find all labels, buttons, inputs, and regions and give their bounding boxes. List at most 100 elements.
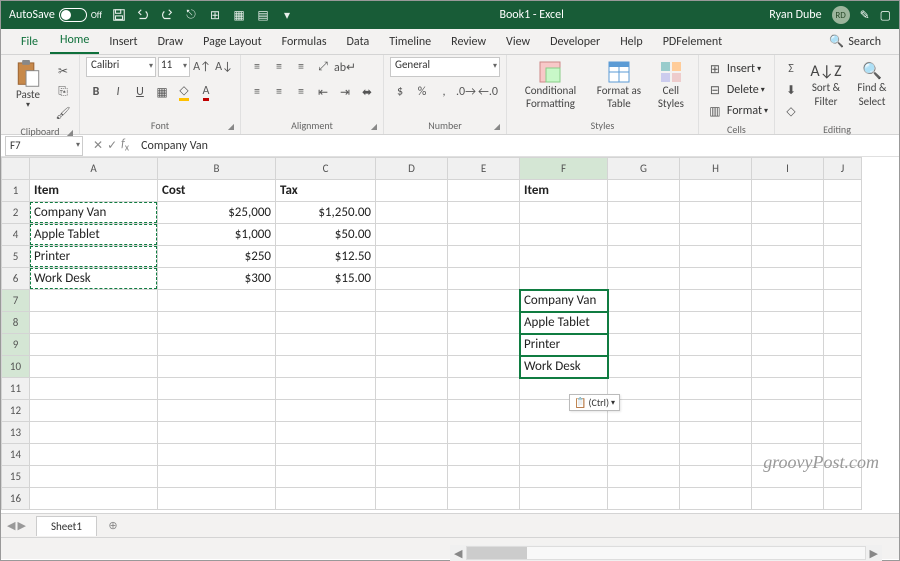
cell[interactable] <box>824 312 862 334</box>
tab-data[interactable]: Data <box>337 30 380 54</box>
col-header-E[interactable]: E <box>448 158 520 180</box>
cell[interactable] <box>158 334 276 356</box>
cell[interactable] <box>158 466 276 488</box>
cell[interactable] <box>158 444 276 466</box>
cell[interactable] <box>680 378 752 400</box>
scroll-right-icon[interactable]: ▶ <box>866 547 882 560</box>
cell[interactable] <box>608 268 680 290</box>
cell[interactable]: Cost <box>158 180 276 202</box>
cell[interactable] <box>376 466 448 488</box>
increase-font-icon[interactable]: A↑ <box>192 57 212 77</box>
cell[interactable] <box>608 224 680 246</box>
cell[interactable] <box>824 400 862 422</box>
cell[interactable] <box>824 444 862 466</box>
ribbon-options-icon[interactable]: ▢ <box>880 8 891 23</box>
qat-more-icon[interactable]: ▾ <box>280 8 294 22</box>
cell[interactable] <box>680 268 752 290</box>
cell[interactable] <box>376 444 448 466</box>
row-header-2[interactable]: 2 <box>2 202 30 224</box>
cell[interactable] <box>376 334 448 356</box>
cell[interactable]: $50.00 <box>276 224 376 246</box>
cell[interactable] <box>158 400 276 422</box>
row-header-4[interactable]: 4 <box>2 224 30 246</box>
wrap-text-icon[interactable]: ab↵ <box>335 57 355 77</box>
cell[interactable] <box>376 246 448 268</box>
cell[interactable]: $15.00 <box>276 268 376 290</box>
name-box[interactable]: F7▾ <box>5 136 83 156</box>
enter-formula-icon[interactable]: ✓ <box>107 138 117 153</box>
cell[interactable] <box>752 444 824 466</box>
cell[interactable]: Work Desk <box>30 268 158 290</box>
cell[interactable] <box>276 312 376 334</box>
cell[interactable] <box>158 290 276 312</box>
cell[interactable]: $1,000 <box>158 224 276 246</box>
cell[interactable] <box>680 400 752 422</box>
fill-color-icon[interactable]: ◇ <box>174 82 194 102</box>
bold-button[interactable]: B <box>86 82 106 102</box>
cell[interactable] <box>824 466 862 488</box>
cell[interactable] <box>752 312 824 334</box>
cell[interactable] <box>752 224 824 246</box>
row-header-15[interactable]: 15 <box>2 466 30 488</box>
cell[interactable] <box>608 488 680 510</box>
cell[interactable] <box>824 224 862 246</box>
cell[interactable]: $25,000 <box>158 202 276 224</box>
redo-icon[interactable] <box>160 8 174 22</box>
dialog-launcher-icon[interactable]: ◢ <box>228 122 234 132</box>
cell[interactable] <box>448 356 520 378</box>
cell[interactable]: $12.50 <box>276 246 376 268</box>
cell[interactable] <box>376 356 448 378</box>
merge-center-icon[interactable]: ⬌ <box>357 82 377 102</box>
cell[interactable] <box>376 290 448 312</box>
tab-insert[interactable]: Insert <box>99 30 147 54</box>
cell[interactable] <box>276 400 376 422</box>
cell[interactable] <box>520 202 608 224</box>
scroll-left-icon[interactable]: ◀ <box>450 547 466 560</box>
save-icon[interactable] <box>112 8 126 22</box>
cell[interactable] <box>376 180 448 202</box>
cell[interactable] <box>448 180 520 202</box>
user-name[interactable]: Ryan Dube <box>769 8 821 22</box>
horizontal-scrollbar[interactable]: ◀ ▶ <box>450 545 882 561</box>
cell[interactable] <box>30 290 158 312</box>
col-header-G[interactable]: G <box>608 158 680 180</box>
col-header-B[interactable]: B <box>158 158 276 180</box>
cell[interactable] <box>30 466 158 488</box>
cell[interactable] <box>276 334 376 356</box>
format-cells-button[interactable]: ▥Format▾ <box>705 101 768 121</box>
cell[interactable] <box>752 488 824 510</box>
cell[interactable] <box>824 356 862 378</box>
row-header-6[interactable]: 6 <box>2 268 30 290</box>
tab-help[interactable]: Help <box>610 30 653 54</box>
col-header-D[interactable]: D <box>376 158 448 180</box>
comma-icon[interactable]: , <box>434 82 454 102</box>
increase-decimal-icon[interactable]: .0→ <box>456 82 476 102</box>
cell[interactable] <box>448 378 520 400</box>
row-header-7[interactable]: 7 <box>2 290 30 312</box>
tab-pdfelement[interactable]: PDFelement <box>653 30 732 54</box>
cell[interactable] <box>520 488 608 510</box>
cell-styles-button[interactable]: Cell Styles <box>650 57 692 113</box>
cell[interactable] <box>752 400 824 422</box>
italic-button[interactable]: I <box>108 82 128 102</box>
cell[interactable] <box>680 334 752 356</box>
row-header-14[interactable]: 14 <box>2 444 30 466</box>
cell[interactable] <box>680 180 752 202</box>
cell[interactable] <box>752 378 824 400</box>
cell[interactable] <box>30 356 158 378</box>
cell[interactable] <box>824 488 862 510</box>
cell[interactable] <box>824 180 862 202</box>
cell[interactable] <box>520 268 608 290</box>
paste-options-button[interactable]: 📋 (Ctrl) ▾ <box>569 394 620 411</box>
qat-icon-4[interactable]: ▤ <box>256 8 270 22</box>
delete-cells-button[interactable]: ⊟Delete▾ <box>705 80 768 100</box>
cell[interactable] <box>680 202 752 224</box>
row-header-12[interactable]: 12 <box>2 400 30 422</box>
paste-button[interactable]: Paste ▾ <box>7 57 49 113</box>
cell[interactable] <box>752 268 824 290</box>
copy-icon[interactable]: ⎘ <box>53 82 73 102</box>
cell[interactable] <box>448 224 520 246</box>
cell[interactable] <box>608 246 680 268</box>
cell[interactable] <box>608 290 680 312</box>
cell[interactable] <box>680 444 752 466</box>
